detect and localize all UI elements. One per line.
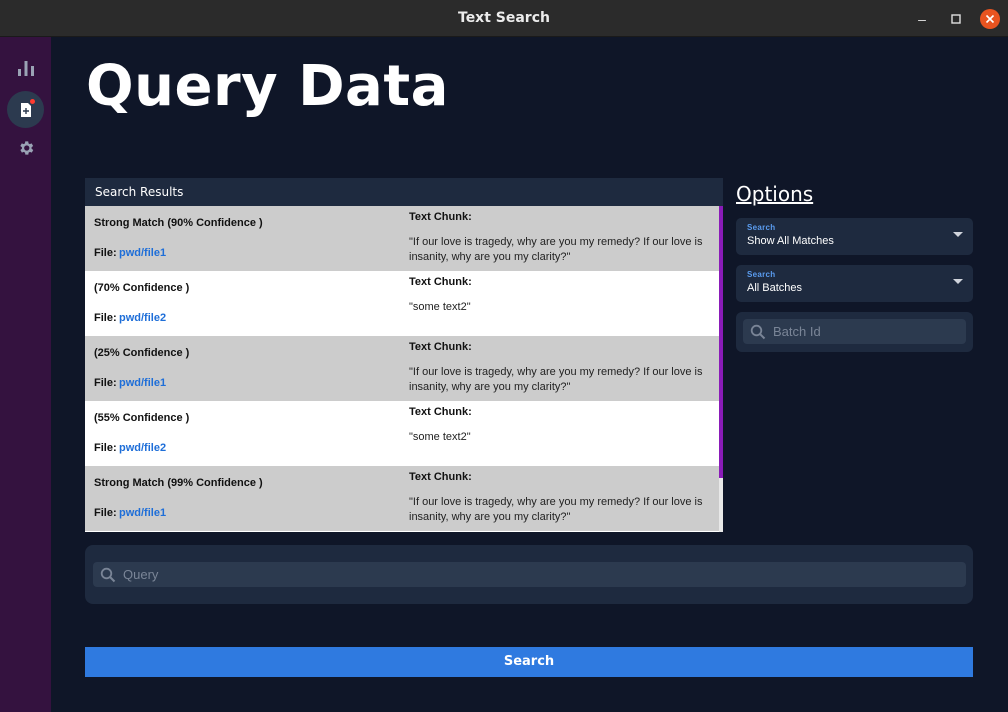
batch-id-card: Batch Id [736, 312, 973, 352]
batch-filter-label: Search [747, 270, 776, 279]
query-card: Query [85, 545, 973, 604]
chevron-down-icon [953, 279, 963, 284]
result-row[interactable]: Strong Match (90% Confidence ) File: pwd… [85, 206, 719, 271]
sidebar [0, 37, 51, 712]
query-placeholder: Query [123, 567, 159, 582]
result-chunk-text: "If our love is tragedy, why are you my … [409, 236, 703, 263]
result-file-link[interactable]: pwd/file1 [119, 507, 166, 519]
result-chunk-text: "If our love is tragedy, why are you my … [409, 496, 703, 523]
result-file-label: File: [94, 442, 117, 454]
result-chunk-text: "some text2" [409, 301, 471, 313]
minimize-button[interactable]: – [912, 9, 932, 29]
result-chunk-label: Text Chunk: [409, 471, 472, 483]
match-filter-select[interactable]: Search Show All Matches [736, 218, 973, 255]
chevron-down-icon [953, 232, 963, 237]
batch-filter-value: All Batches [747, 282, 803, 294]
search-icon [100, 567, 116, 583]
document-icon [20, 102, 31, 117]
sidebar-item-query[interactable] [7, 91, 44, 128]
bar-chart-icon [17, 60, 34, 76]
result-file-label: File: [94, 377, 117, 389]
batch-id-placeholder: Batch Id [773, 324, 821, 339]
result-row[interactable]: (55% Confidence ) File: pwd/file2 Text C… [85, 401, 719, 466]
options-title: Options [736, 182, 814, 206]
result-chunk-label: Text Chunk: [409, 406, 472, 418]
result-file-link[interactable]: pwd/file2 [119, 442, 166, 454]
batch-id-input[interactable]: Batch Id [743, 319, 966, 344]
result-confidence: (55% Confidence ) [94, 412, 190, 424]
result-file-label: File: [94, 507, 117, 519]
result-chunk-label: Text Chunk: [409, 276, 472, 288]
maximize-button[interactable] [946, 9, 966, 29]
result-row[interactable]: (25% Confidence ) File: pwd/file1 Text C… [85, 336, 719, 401]
window-titlebar: Text Search – [0, 0, 1008, 37]
result-row[interactable]: Strong Match (99% Confidence ) File: pwd… [85, 466, 719, 531]
result-confidence: Strong Match (90% Confidence ) [94, 217, 263, 229]
result-chunk-text: "some text2" [409, 431, 471, 443]
results-scrollbar[interactable] [719, 206, 723, 532]
sidebar-item-stats[interactable] [7, 49, 44, 86]
sidebar-item-settings[interactable] [7, 129, 44, 166]
search-button[interactable]: Search [85, 647, 973, 677]
search-results-header: Search Results [85, 178, 723, 206]
result-confidence: Strong Match (99% Confidence ) [94, 477, 263, 489]
result-file-link[interactable]: pwd/file2 [119, 312, 166, 324]
close-icon [985, 14, 995, 24]
result-chunk-text: "If our love is tragedy, why are you my … [409, 366, 703, 393]
result-chunk-label: Text Chunk: [409, 341, 472, 353]
search-results-panel: Search Results Strong Match (90% Confide… [85, 178, 723, 532]
page-title: Query Data [86, 54, 449, 119]
result-row[interactable]: (70% Confidence ) File: pwd/file2 Text C… [85, 271, 719, 336]
gear-icon [19, 140, 33, 155]
window-title: Text Search [458, 10, 550, 26]
batch-filter-select[interactable]: Search All Batches [736, 265, 973, 302]
results-scrollbar-thumb[interactable] [719, 206, 723, 478]
notification-dot [30, 99, 35, 104]
maximize-icon [951, 14, 961, 24]
match-filter-value: Show All Matches [747, 235, 834, 247]
result-file-label: File: [94, 247, 117, 259]
result-confidence: (70% Confidence ) [94, 282, 190, 294]
result-file-link[interactable]: pwd/file1 [119, 247, 166, 259]
query-input[interactable]: Query [93, 562, 966, 587]
match-filter-label: Search [747, 223, 776, 232]
result-confidence: (25% Confidence ) [94, 347, 190, 359]
search-icon [750, 324, 766, 340]
result-chunk-label: Text Chunk: [409, 211, 472, 223]
result-file-label: File: [94, 312, 117, 324]
results-list[interactable]: Strong Match (90% Confidence ) File: pwd… [85, 206, 723, 532]
close-button[interactable] [980, 9, 1000, 29]
result-file-link[interactable]: pwd/file1 [119, 377, 166, 389]
